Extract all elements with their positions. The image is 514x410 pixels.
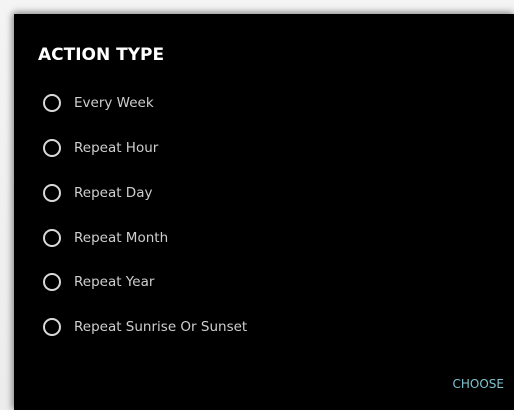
option-label: Repeat Day [74, 185, 153, 201]
screen-background: ACTION TYPE Every Week Repeat Hour Repea… [0, 0, 514, 410]
option-every-week[interactable]: Every Week [43, 89, 154, 117]
option-repeat-day[interactable]: Repeat Day [43, 179, 152, 207]
radio-unchecked-icon[interactable] [43, 139, 61, 157]
option-label: Every Week [74, 95, 154, 111]
radio-unchecked-icon[interactable] [43, 318, 61, 336]
option-label: Repeat Sunrise Or Sunset [74, 319, 248, 335]
radio-unchecked-icon[interactable] [43, 273, 61, 291]
option-repeat-year[interactable]: Repeat Year [43, 268, 154, 296]
option-label: Repeat Month [74, 230, 169, 246]
option-repeat-month[interactable]: Repeat Month [43, 224, 168, 252]
radio-unchecked-icon[interactable] [43, 184, 61, 202]
choose-button[interactable]: CHOOSE [453, 377, 505, 391]
radio-unchecked-icon[interactable] [43, 229, 61, 247]
radio-unchecked-icon[interactable] [43, 94, 61, 112]
action-type-dialog: ACTION TYPE Every Week Repeat Hour Repea… [14, 14, 514, 410]
option-label: Repeat Year [74, 274, 155, 290]
option-label: Repeat Hour [74, 140, 159, 156]
option-repeat-hour[interactable]: Repeat Hour [43, 134, 158, 162]
option-repeat-sunrise-or-sunset[interactable]: Repeat Sunrise Or Sunset [43, 313, 247, 341]
dialog-title: ACTION TYPE [38, 45, 165, 65]
